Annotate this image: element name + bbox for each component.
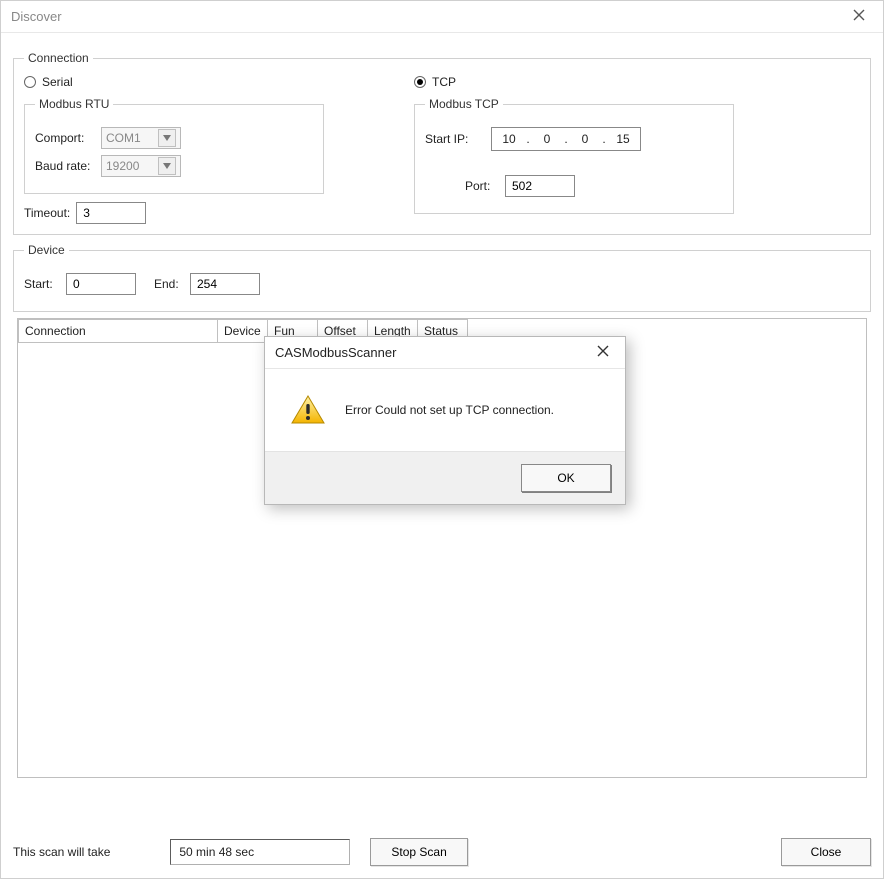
modbus-tcp-legend: Modbus TCP <box>425 97 503 111</box>
device-legend: Device <box>24 243 69 257</box>
dialog-ok-button[interactable]: OK <box>521 464 611 492</box>
error-dialog: CASModbusScanner Error Could not set up … <box>264 336 626 505</box>
comport-label: Comport: <box>35 131 95 145</box>
stop-scan-button[interactable]: Stop Scan <box>370 838 467 866</box>
footer-row: This scan will take 50 min 48 sec Stop S… <box>13 838 871 866</box>
discover-window: Discover Connection Serial Modbus RTU Co… <box>0 0 884 879</box>
col-connection[interactable]: Connection <box>18 319 218 343</box>
comport-value: COM1 <box>106 131 154 145</box>
dialog-message: Error Could not set up TCP connection. <box>345 403 554 417</box>
window-title: Discover <box>11 9 62 24</box>
scan-will-take-label: This scan will take <box>13 845 110 859</box>
baud-label: Baud rate: <box>35 159 95 173</box>
device-start-input[interactable] <box>66 273 136 295</box>
connection-group: Connection Serial Modbus RTU Comport: CO… <box>13 51 871 235</box>
serial-radio-label: Serial <box>42 75 73 89</box>
port-input[interactable] <box>505 175 575 197</box>
baud-select[interactable]: 19200 <box>101 155 181 177</box>
chevron-down-icon <box>158 157 176 175</box>
device-start-label: Start: <box>24 277 60 291</box>
comport-select[interactable]: COM1 <box>101 127 181 149</box>
modbus-rtu-legend: Modbus RTU <box>35 97 113 111</box>
warning-icon <box>291 395 325 425</box>
ip-octet-1: 10 <box>498 132 520 146</box>
startip-input[interactable]: 10. 0. 0. 15 <box>491 127 641 151</box>
startip-label: Start IP: <box>425 132 485 146</box>
radio-icon <box>24 76 36 88</box>
baud-value: 19200 <box>106 159 154 173</box>
timeout-input[interactable] <box>76 202 146 224</box>
device-end-input[interactable] <box>190 273 260 295</box>
serial-radio[interactable]: Serial <box>24 75 324 89</box>
device-group: Device Start: End: <box>13 243 871 312</box>
ip-octet-3: 0 <box>574 132 596 146</box>
ip-octet-4: 15 <box>612 132 634 146</box>
dialog-title: CASModbusScanner <box>275 345 396 360</box>
timeout-label: Timeout: <box>24 206 70 220</box>
dialog-titlebar: CASModbusScanner <box>265 337 625 369</box>
dialog-close-button[interactable] <box>591 340 615 365</box>
connection-legend: Connection <box>24 51 93 65</box>
port-label: Port: <box>465 179 499 193</box>
device-end-label: End: <box>154 277 184 291</box>
modbus-tcp-group: Modbus TCP Start IP: 10. 0. 0. 15 Port: <box>414 97 734 214</box>
tcp-radio-label: TCP <box>432 75 456 89</box>
scan-time-readout: 50 min 48 sec <box>170 839 350 865</box>
window-close-button[interactable] <box>845 4 873 30</box>
radio-icon <box>414 76 426 88</box>
ip-octet-2: 0 <box>536 132 558 146</box>
tcp-radio[interactable]: TCP <box>414 75 734 89</box>
chevron-down-icon <box>158 129 176 147</box>
titlebar: Discover <box>1 1 883 33</box>
col-device[interactable]: Device <box>218 319 268 343</box>
close-button[interactable]: Close <box>781 838 871 866</box>
dialog-body: Error Could not set up TCP connection. <box>265 369 625 451</box>
dialog-footer: OK <box>265 451 625 504</box>
modbus-rtu-group: Modbus RTU Comport: COM1 Baud rate: 192 <box>24 97 324 194</box>
